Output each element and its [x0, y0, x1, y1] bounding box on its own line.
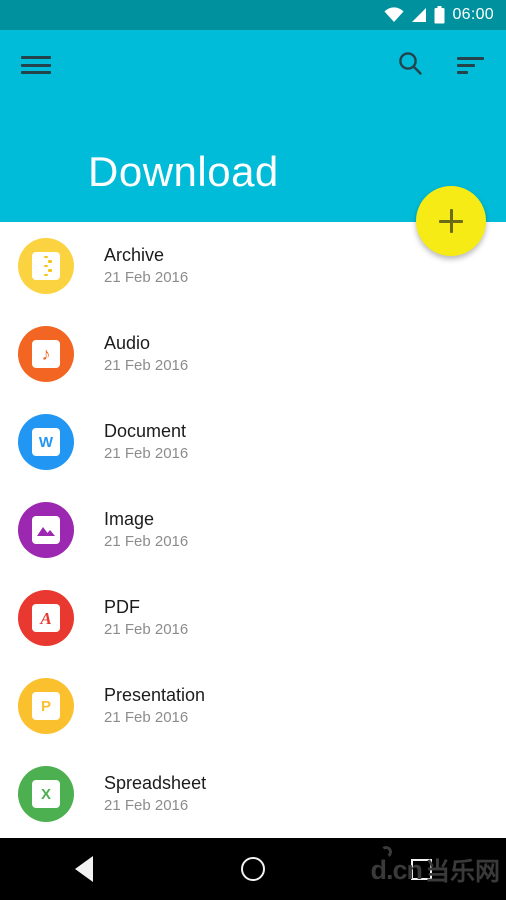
list-item-text: Image 21 Feb 2016 — [104, 508, 188, 552]
list-item-title: Image — [104, 508, 155, 529]
list-item-text: Document 21 Feb 2016 — [104, 420, 188, 464]
status-bar-clock: 06:00 — [452, 5, 494, 23]
list-item-text: Spreadsheet 21 Feb 2016 — [104, 772, 206, 816]
mountain-glyph — [37, 527, 55, 536]
list-item-title: Audio — [104, 332, 151, 353]
status-bar: 06:00 — [0, 0, 506, 30]
word-document-icon: W — [18, 414, 74, 470]
music-note-icon: ♪ — [18, 326, 74, 382]
zip-badge — [32, 252, 60, 280]
file-category-list[interactable]: Archive 21 Feb 2016 ♪ Audio 21 Feb 2016 … — [0, 222, 506, 838]
hamburger-menu-button[interactable] — [8, 37, 64, 93]
system-navigation-bar: d.cn 当乐网 — [0, 838, 506, 900]
list-item-text: Audio 21 Feb 2016 — [104, 332, 188, 376]
list-item[interactable]: Image 21 Feb 2016 — [0, 486, 506, 574]
archive-zip-icon — [18, 238, 74, 294]
phone-screen: 06:00 Download Archive 21 Feb 2016 ♪ Aud… — [0, 0, 506, 900]
back-button[interactable] — [49, 838, 119, 900]
list-item-date: 21 Feb 2016 — [104, 445, 189, 463]
list-item-date: 21 Feb 2016 — [104, 709, 189, 727]
search-button[interactable] — [382, 37, 438, 93]
app-bar — [0, 30, 506, 100]
sort-icon — [456, 56, 484, 74]
list-item-title: Archive — [104, 244, 165, 265]
home-circle-icon — [240, 857, 265, 881]
list-item-title: PDF — [104, 596, 140, 617]
list-item-date: 21 Feb 2016 — [104, 533, 189, 551]
audio-badge: ♪ — [32, 340, 60, 368]
search-icon — [397, 50, 423, 81]
add-fab-button[interactable] — [416, 186, 486, 256]
battery-icon — [434, 6, 445, 24]
pdf-badge: A — [32, 604, 60, 632]
list-item[interactable]: A PDF 21 Feb 2016 — [0, 574, 506, 662]
list-item[interactable]: W Document 21 Feb 2016 — [0, 398, 506, 486]
list-item-date: 21 Feb 2016 — [104, 357, 189, 375]
list-item-text: Presentation 21 Feb 2016 — [104, 684, 205, 728]
picture-icon — [18, 502, 74, 558]
list-item-title: Presentation — [104, 684, 206, 705]
cellular-signal-icon — [411, 7, 427, 23]
list-item-title: Document — [104, 420, 187, 441]
powerpoint-badge: P — [32, 692, 60, 720]
sort-button[interactable] — [442, 37, 498, 93]
list-item-text: Archive 21 Feb 2016 — [104, 244, 188, 288]
list-item-date: 21 Feb 2016 — [104, 621, 189, 639]
list-item-date: 21 Feb 2016 — [104, 269, 189, 287]
plus-icon-vertical — [449, 209, 453, 233]
list-item-text: PDF 21 Feb 2016 — [104, 596, 188, 640]
recents-button[interactable] — [387, 838, 457, 900]
excel-badge: X — [32, 780, 60, 808]
list-item[interactable]: ♪ Audio 21 Feb 2016 — [0, 310, 506, 398]
list-item-title: Spreadsheet — [104, 772, 207, 793]
back-triangle-icon — [75, 856, 94, 882]
picture-badge — [32, 516, 60, 544]
page-title: Download — [88, 148, 279, 195]
list-item[interactable]: P Presentation 21 Feb 2016 — [0, 662, 506, 750]
powerpoint-icon: P — [18, 678, 74, 734]
list-item-date: 21 Feb 2016 — [104, 797, 189, 815]
word-badge: W — [32, 428, 60, 456]
excel-icon: X — [18, 766, 74, 822]
pdf-icon: A — [18, 590, 74, 646]
zipper-dots — [44, 255, 52, 277]
recents-square-icon — [411, 858, 433, 880]
list-item[interactable]: X Spreadsheet 21 Feb 2016 — [0, 750, 506, 838]
wifi-icon — [384, 7, 404, 23]
home-button[interactable] — [218, 838, 288, 900]
hamburger-menu-icon — [21, 56, 51, 74]
